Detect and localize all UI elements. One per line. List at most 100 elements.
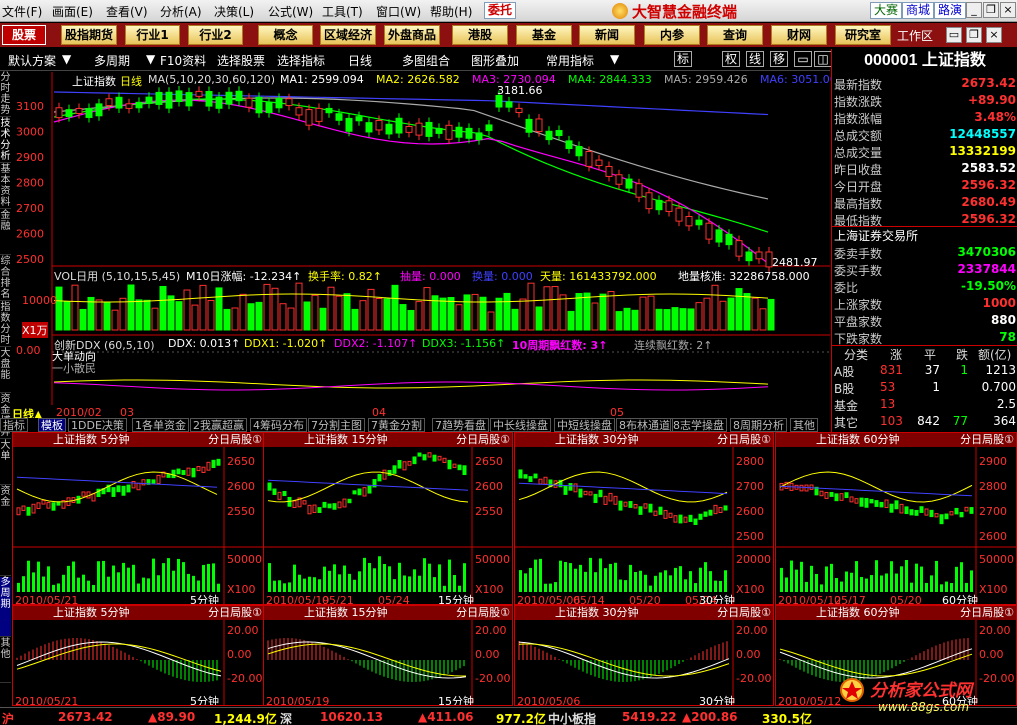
vtab-capital-game[interactable]: 资金博弈 [0,394,11,439]
vtab-ranking[interactable]: 综合排名 [0,256,11,301]
tb-industry1[interactable]: 行业1 [125,25,180,45]
tb-hk[interactable]: 港股 [452,25,508,45]
vtab-index-intraday[interactable]: 指数分时 [0,302,11,347]
overlay-button[interactable]: 图形叠加 [471,52,519,69]
mini-macd-panel[interactable]: 上证指数 15分钟 分日局股① 20.00 0.00 -20.00 2010/05/19 1… [263,605,513,706]
mini-panel-buttons[interactable]: 分日局股① [960,606,1014,619]
tb-fund[interactable]: 基金 [516,25,572,45]
indicator-tab[interactable]: 指标 [0,418,28,432]
f10-button[interactable]: F10资料 [160,52,206,69]
dropdown-arrow-icon[interactable]: ▼ [146,52,155,66]
menu-formula[interactable]: 公式(W) [268,3,313,20]
vtab-basic[interactable]: 基本资料 [0,164,11,209]
menu-analysis[interactable]: 分析(A) [160,3,202,20]
mini-candle [919,506,924,513]
menu-view-screen[interactable]: 画面(E) [52,3,93,20]
indicator-tab[interactable]: 7分割主图 [308,418,365,432]
vtab-technical[interactable]: 技术分析 [0,118,11,163]
tb-insider[interactable]: 内参 [644,25,700,45]
tb-index-futures[interactable]: 股指期货 [61,25,117,45]
mini-panel-buttons[interactable]: 分日局股① [717,606,771,619]
mall-button[interactable]: 商城 [902,2,935,19]
select-stock-button[interactable]: 选择股票 [217,52,265,69]
mini-volume-bar [559,560,562,592]
vtab-capital[interactable]: 资金 [0,486,11,576]
dropdown-arrow-icon[interactable]: ▼ [610,52,619,66]
panel-close-icon[interactable]: × [986,27,1002,43]
multi-chart-button[interactable]: 多图组合 [402,52,450,69]
indicator-tab[interactable]: 7趋势看盘 [432,418,489,432]
vtab-big-order[interactable]: 大单 [0,440,11,485]
menu-help[interactable]: 帮助(H) [430,3,472,20]
tb-research[interactable]: 研究室 [835,25,891,45]
rights-button[interactable]: 权 [722,51,740,67]
minimize-icon[interactable]: _ [966,2,982,18]
indicator-tab[interactable]: 模板 [38,418,66,432]
vtab-market-power[interactable]: 大盘能 [0,348,11,393]
entrust-button[interactable]: 委托 [484,2,517,19]
indicator-tab[interactable]: 7黄金分割 [368,418,425,432]
menu-tools[interactable]: 工具(T) [322,3,363,20]
tb-news[interactable]: 新闻 [579,25,635,45]
mini-panel-buttons[interactable]: 分日局股① [208,606,262,619]
window-icon[interactable]: ▭ [794,51,812,67]
restore-icon[interactable]: ❐ [983,2,999,18]
panel-restore-icon[interactable]: ▭ [946,27,962,43]
mini-panel-buttons[interactable]: 分日局股① [456,606,510,619]
indicator-tab[interactable]: 8布林通道 [616,418,673,432]
multi-period-button[interactable]: 多周期 [94,52,130,69]
menu-window[interactable]: 窗口(W) [376,3,421,20]
roadshow-button[interactable]: 路演 [934,2,967,19]
mini-candle [809,484,814,490]
indicator-tab[interactable]: 其他 [790,418,818,432]
indicator-tab[interactable]: 8志学操盘 [670,418,727,432]
dropdown-arrow-icon[interactable]: ▼ [62,52,71,66]
contest-button[interactable]: 大赛 [870,2,903,19]
vtab-intraday[interactable]: 分时走势 [0,72,11,117]
common-indicator-button[interactable]: 常用指标 [546,52,594,69]
tb-foreign[interactable]: 外盘商品 [384,25,440,45]
scheme-dropdown[interactable]: 默认方案 [8,52,56,69]
tb-concept[interactable]: 概念 [258,25,313,45]
mini-panel-buttons[interactable]: 分日局股① [960,433,1014,446]
mini-kline-panel[interactable]: 上证指数 60分钟 分日局股① 2900 2800 2700 2600 50000 X100 2… [775,432,1017,605]
period-daily-button[interactable]: 日线 [348,52,372,69]
main-kline-chart[interactable]: 3100 3000 2900 2800 2700 2600 2500 上证指数 日线 MA(… [12,72,837,421]
select-indicator-button[interactable]: 选择指标 [277,52,325,69]
vtab-other[interactable]: 其他 [0,638,11,683]
expand-icon[interactable]: ◫ [814,51,832,67]
mini-candle [663,509,668,519]
indicator-tab[interactable]: 中短线操盘 [554,418,615,432]
mark-button[interactable]: 标 [674,51,692,67]
tb-stock[interactable]: 股票 [2,25,46,45]
menu-decision[interactable]: 决策(L) [214,3,254,20]
indicator-tab[interactable]: 中长线操盘 [490,418,551,432]
mini-panel-buttons[interactable]: 分日局股① [717,433,771,446]
indicator-tab[interactable]: 8周期分析 [730,418,787,432]
indicator-tab[interactable]: 1DDE决策 [68,418,127,432]
menu-file[interactable]: 文件(F) [2,3,42,20]
mini-panel-buttons[interactable]: 分日局股① [208,433,262,446]
mini-panel-buttons[interactable]: 分日局股① [456,433,510,446]
tb-query[interactable]: 查询 [707,25,763,45]
panel-max-icon[interactable]: ❐ [966,27,982,43]
indicator-tab[interactable]: 1各单资金 [132,418,189,432]
mini-macd-panel[interactable]: 上证指数 5分钟 分日局股① 20.00 0.00 -20.00 2010/05/21 5分… [12,605,265,706]
mini-macd-panel[interactable]: 上证指数 30分钟 分日局股① 20.00 0.00 -20.00 2010/05/06 3… [514,605,774,706]
vtab-finance[interactable]: 金融 [0,210,11,255]
vtab-multi-period[interactable]: 多周期 [0,577,11,637]
mini-kline-panel[interactable]: 上证指数 5分钟 分日局股① 2650 2600 2550 50000 X100 2010/0… [12,432,265,605]
menu-view[interactable]: 查看(V) [106,3,148,20]
mini-kline-panel[interactable]: 上证指数 30分钟 分日局股① 2800 2700 2600 2500 20000 X100 2… [514,432,774,605]
line-button[interactable]: 线 [746,51,764,67]
tb-region[interactable]: 区域经济 [320,25,376,45]
workspace-label[interactable]: 工作区 [897,27,933,44]
main-chart-canvas[interactable]: 3100 3000 2900 2800 2700 2600 2500 [12,72,830,417]
tb-industry2[interactable]: 行业2 [188,25,243,45]
close-icon[interactable]: × [1000,2,1016,18]
move-button[interactable]: 移 [770,51,788,67]
indicator-tab[interactable]: 2我赢超赢 [190,418,247,432]
indicator-tab[interactable]: 4筹码分布 [250,418,307,432]
mini-kline-panel[interactable]: 上证指数 15分钟 分日局股① 2650 2600 2550 50000 X100 2010/… [263,432,513,605]
tb-finance[interactable]: 财网 [771,25,827,45]
